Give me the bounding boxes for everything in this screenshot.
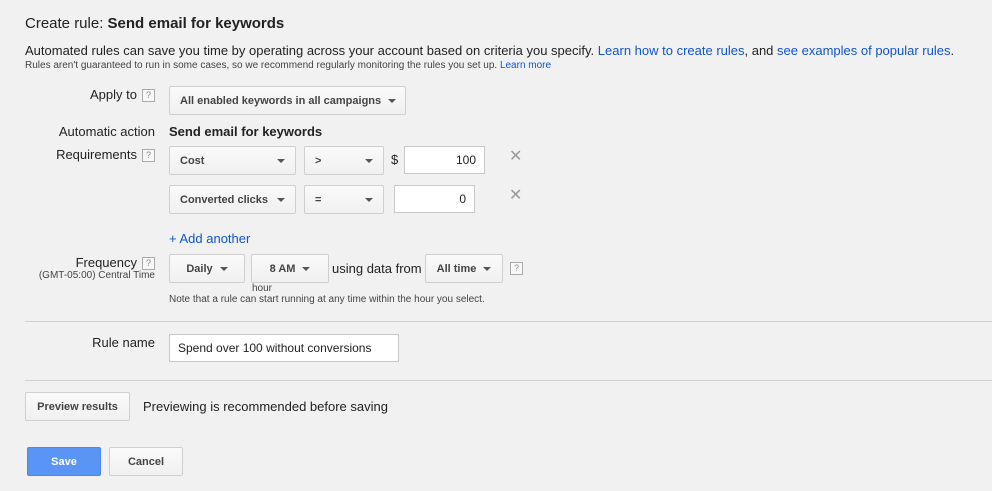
using-data-from-text: using data from bbox=[332, 261, 422, 276]
apply-to-text: Apply to bbox=[90, 87, 137, 102]
requirement-value-input[interactable] bbox=[404, 146, 485, 174]
help-icon[interactable]: ? bbox=[510, 262, 523, 275]
requirement-operator-dropdown[interactable]: = bbox=[304, 185, 384, 214]
apply-to-value: All enabled keywords in all campaigns bbox=[180, 94, 382, 107]
requirement-metric-dropdown[interactable]: Converted clicks bbox=[169, 185, 296, 214]
rules-disclaimer: Rules aren't guaranteed to run in some c… bbox=[25, 60, 551, 71]
popular-rules-link[interactable]: see examples of popular rules bbox=[777, 43, 950, 58]
add-another-link[interactable]: + Add another bbox=[169, 231, 250, 246]
requirements-text: Requirements bbox=[56, 147, 137, 162]
save-button[interactable]: Save bbox=[27, 447, 101, 476]
period-value: Daily bbox=[186, 262, 213, 275]
section-divider bbox=[25, 380, 992, 381]
title-prefix: Create rule: bbox=[25, 15, 104, 32]
currency-symbol: $ bbox=[391, 152, 399, 167]
requirement-value-input[interactable] bbox=[394, 185, 475, 213]
timezone-label: (GMT-05:00) Central Time bbox=[38, 270, 155, 281]
operator-value: = bbox=[315, 193, 322, 206]
section-divider bbox=[25, 321, 992, 322]
chevron-down-icon bbox=[483, 266, 492, 271]
chevron-down-icon bbox=[277, 159, 285, 163]
close-icon[interactable]: ✕ bbox=[509, 149, 522, 165]
learn-more-link[interactable]: Learn more bbox=[500, 60, 551, 71]
rule-name-input[interactable] bbox=[169, 334, 399, 362]
rule-name-label: Rule name bbox=[92, 335, 155, 350]
date-range-value: All time bbox=[436, 262, 477, 275]
intro-period: . bbox=[950, 43, 955, 58]
rule-type-name: Send email for keywords bbox=[107, 15, 285, 32]
chevron-down-icon bbox=[302, 266, 311, 271]
help-icon[interactable]: ? bbox=[142, 257, 155, 271]
cancel-button[interactable]: Cancel bbox=[109, 447, 183, 476]
preview-note: Previewing is recommended before saving bbox=[143, 399, 388, 414]
disclaimer-text: Rules aren't guaranteed to run in some c… bbox=[25, 60, 498, 71]
requirements-label: Requirements? bbox=[56, 147, 155, 163]
metric-value: Cost bbox=[180, 154, 205, 167]
frequency-note: Note that a rule can start running at an… bbox=[169, 294, 485, 305]
automatic-action-value: Send email for keywords bbox=[169, 124, 323, 139]
learn-create-rules-link[interactable]: Learn how to create rules bbox=[598, 43, 745, 58]
close-icon[interactable]: ✕ bbox=[509, 188, 522, 204]
chevron-down-icon bbox=[219, 266, 228, 271]
preview-results-button[interactable]: Preview results bbox=[25, 392, 130, 421]
apply-to-dropdown[interactable]: All enabled keywords in all campaigns bbox=[169, 86, 406, 115]
frequency-hour-dropdown[interactable]: 8 AM bbox=[251, 254, 329, 283]
apply-to-label: Apply to? bbox=[90, 87, 155, 103]
chevron-down-icon bbox=[365, 198, 373, 202]
help-icon[interactable]: ? bbox=[142, 89, 155, 103]
metric-value: Converted clicks bbox=[180, 193, 269, 206]
hour-value: 8 AM bbox=[269, 262, 296, 275]
chevron-down-icon bbox=[388, 98, 397, 103]
frequency-label: Frequency? bbox=[75, 255, 155, 271]
chevron-down-icon bbox=[277, 198, 285, 202]
requirement-metric-dropdown[interactable]: Cost bbox=[169, 146, 296, 175]
hour-caption: hour bbox=[252, 283, 273, 294]
date-range-dropdown[interactable]: All time bbox=[425, 254, 503, 283]
operator-value: > bbox=[315, 154, 322, 167]
chevron-down-icon bbox=[365, 159, 373, 163]
frequency-text: Frequency bbox=[75, 255, 137, 270]
intro-connector: , and bbox=[744, 43, 774, 58]
help-icon[interactable]: ? bbox=[142, 149, 155, 163]
intro-text: Automated rules can save you time by ope… bbox=[25, 43, 954, 58]
automatic-action-label: Automatic action bbox=[58, 124, 155, 139]
page-title: Create rule: Send email for keywords bbox=[25, 15, 284, 32]
intro-description: Automated rules can save you time by ope… bbox=[25, 43, 595, 58]
frequency-period-dropdown[interactable]: Daily bbox=[169, 254, 245, 283]
requirement-operator-dropdown[interactable]: > bbox=[304, 146, 384, 175]
